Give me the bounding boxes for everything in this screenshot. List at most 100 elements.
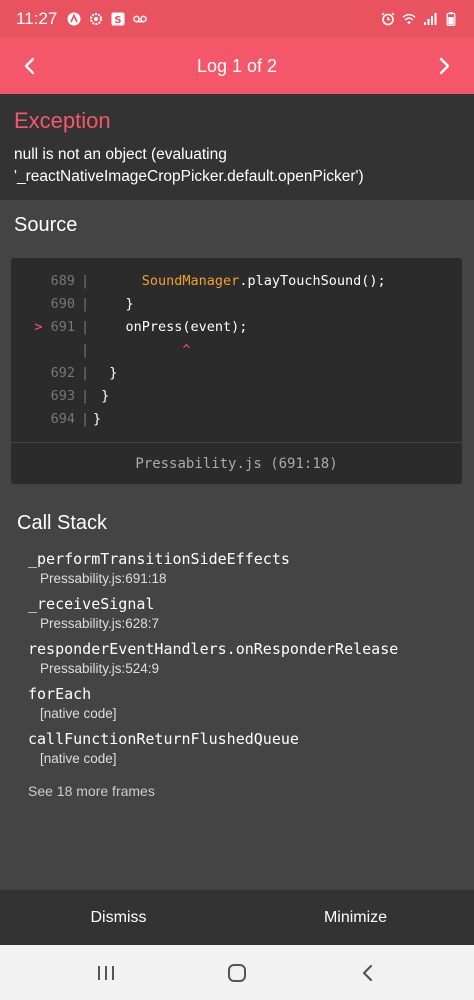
bottom-action-bar: Dismiss Minimize <box>0 890 474 945</box>
chevron-right-icon <box>439 57 450 75</box>
alarm-icon <box>381 12 395 26</box>
status-bar: 11:27 S <box>0 0 474 38</box>
frame-function: forEach <box>28 685 92 703</box>
code-line: 690 | } <box>11 293 462 316</box>
source-title: Source <box>14 214 78 236</box>
line-number-value: 693 <box>50 388 75 404</box>
source-section: Source 689 | SoundManager.playTouchSound(… <box>0 200 474 500</box>
code-segment: } <box>93 296 134 312</box>
exception-title: Exception <box>14 108 111 133</box>
exception-message[interactable]: null is not an object (evaluating '_reac… <box>14 144 460 188</box>
frame-function: _receiveSignal <box>28 595 155 613</box>
battery-icon <box>446 12 456 26</box>
voicemail-icon <box>133 15 148 23</box>
code-highlight: SoundManager <box>141 273 240 289</box>
error-caret: ^ <box>182 342 191 358</box>
frame-location: [native code] <box>40 706 117 721</box>
gutter-separator: | <box>81 342 90 358</box>
code-text: } <box>93 293 134 316</box>
next-log-button[interactable] <box>428 50 460 82</box>
exception-section: Exception null is not an object (evaluat… <box>0 94 474 200</box>
line-number: 690 <box>11 293 81 316</box>
system-navigation-bar <box>0 945 474 1000</box>
frame-function: callFunctionReturnFlushedQueue <box>28 730 299 748</box>
status-icons-left: S <box>67 12 148 26</box>
gutter-separator: | <box>81 319 90 335</box>
code-segment: } <box>93 388 110 404</box>
code-text: } <box>93 385 109 408</box>
recent-apps-button[interactable] <box>86 953 126 993</box>
minimize-button[interactable]: Minimize <box>237 890 474 945</box>
log-header: Log 1 of 2 <box>0 38 474 94</box>
call-stack-title: Call Stack <box>17 512 108 534</box>
line-number-value: 690 <box>50 296 75 312</box>
code-text: ^ <box>93 339 191 362</box>
line-number-value: 694 <box>50 411 75 427</box>
line-number-value: 691 <box>50 319 75 335</box>
gutter-separator: | <box>81 388 90 404</box>
stack-frame[interactable]: _receiveSignal Pressability.js:628:7 <box>28 594 460 632</box>
home-icon <box>227 963 246 982</box>
gutter-separator: | <box>81 296 90 312</box>
back-icon <box>363 964 373 981</box>
call-stack-section: Call Stack _performTransitionSideEffects… <box>0 500 474 890</box>
code-frame[interactable]: 689 | SoundManager.playTouchSound(); 690 | … <box>11 258 462 484</box>
status-time: 11:27 <box>16 9 58 28</box>
code-segment: } <box>93 411 102 427</box>
stack-frames: _performTransitionSideEffects Pressabili… <box>14 549 460 799</box>
code-segment: } <box>93 365 118 381</box>
gutter-separator: | <box>81 273 90 289</box>
line-number-value: 689 <box>50 273 75 289</box>
code-text: } <box>93 408 101 431</box>
code-line: 692 | } <box>11 362 462 385</box>
app-icon-s: S <box>111 12 125 26</box>
signal-icon <box>424 13 437 25</box>
stack-frame[interactable]: responderEventHandlers.onResponderReleas… <box>28 639 460 677</box>
see-more-frames-button[interactable]: See 18 more frames <box>28 783 460 799</box>
line-number <box>11 339 81 362</box>
stack-frame[interactable]: callFunctionReturnFlushedQueue [native c… <box>28 729 460 767</box>
code-line: 693 | } <box>11 385 462 408</box>
log-counter-title: Log 1 of 2 <box>196 55 278 76</box>
dismiss-button[interactable]: Dismiss <box>0 890 237 945</box>
code-text: SoundManager.playTouchSound(); <box>93 270 386 293</box>
code-file-reference[interactable]: Pressability.js (691:18) <box>11 442 462 484</box>
line-number: 693 <box>11 385 81 408</box>
frame-function: _performTransitionSideEffects <box>28 550 290 568</box>
line-number-value: 692 <box>50 365 75 381</box>
svg-text:S: S <box>115 15 122 26</box>
code-line: 689 | SoundManager.playTouchSound(); <box>11 270 462 293</box>
frame-location: Pressability.js:628:7 <box>40 616 160 631</box>
code-segment: .playTouchSound(); <box>239 273 386 289</box>
line-number: 694 <box>11 408 81 431</box>
home-button[interactable] <box>217 953 257 993</box>
code-line: 694 |} <box>11 408 462 431</box>
chevron-left-icon <box>24 57 35 75</box>
gutter-separator: | <box>81 365 90 381</box>
code-line: | ^ <box>11 339 462 362</box>
stack-frame[interactable]: forEach [native code] <box>28 684 460 722</box>
status-icons-right <box>381 12 458 26</box>
frame-location: Pressability.js:691:18 <box>40 571 167 586</box>
settings-cog-icon <box>90 12 103 26</box>
wifi-icon <box>402 13 416 24</box>
gutter-separator: | <box>81 411 90 427</box>
frame-location: Pressability.js:524:9 <box>40 661 160 676</box>
code-lines: 689 | SoundManager.playTouchSound(); 690 | … <box>11 258 462 431</box>
recent-apps-icon <box>97 965 114 980</box>
line-number: > 691 <box>11 316 81 339</box>
back-button[interactable] <box>348 953 388 993</box>
error-line-marker: > <box>34 319 43 335</box>
frame-function: responderEventHandlers.onResponderReleas… <box>28 640 399 658</box>
code-text: onPress(event); <box>93 316 248 339</box>
frame-location: [native code] <box>40 751 117 766</box>
code-text: } <box>93 362 117 385</box>
code-segment: onPress(event); <box>93 319 248 335</box>
code-line: > 691 | onPress(event); <box>11 316 462 339</box>
stack-frame[interactable]: _performTransitionSideEffects Pressabili… <box>28 549 460 587</box>
line-number: 692 <box>11 362 81 385</box>
previous-log-button[interactable] <box>14 50 46 82</box>
line-number: 689 <box>11 270 81 293</box>
